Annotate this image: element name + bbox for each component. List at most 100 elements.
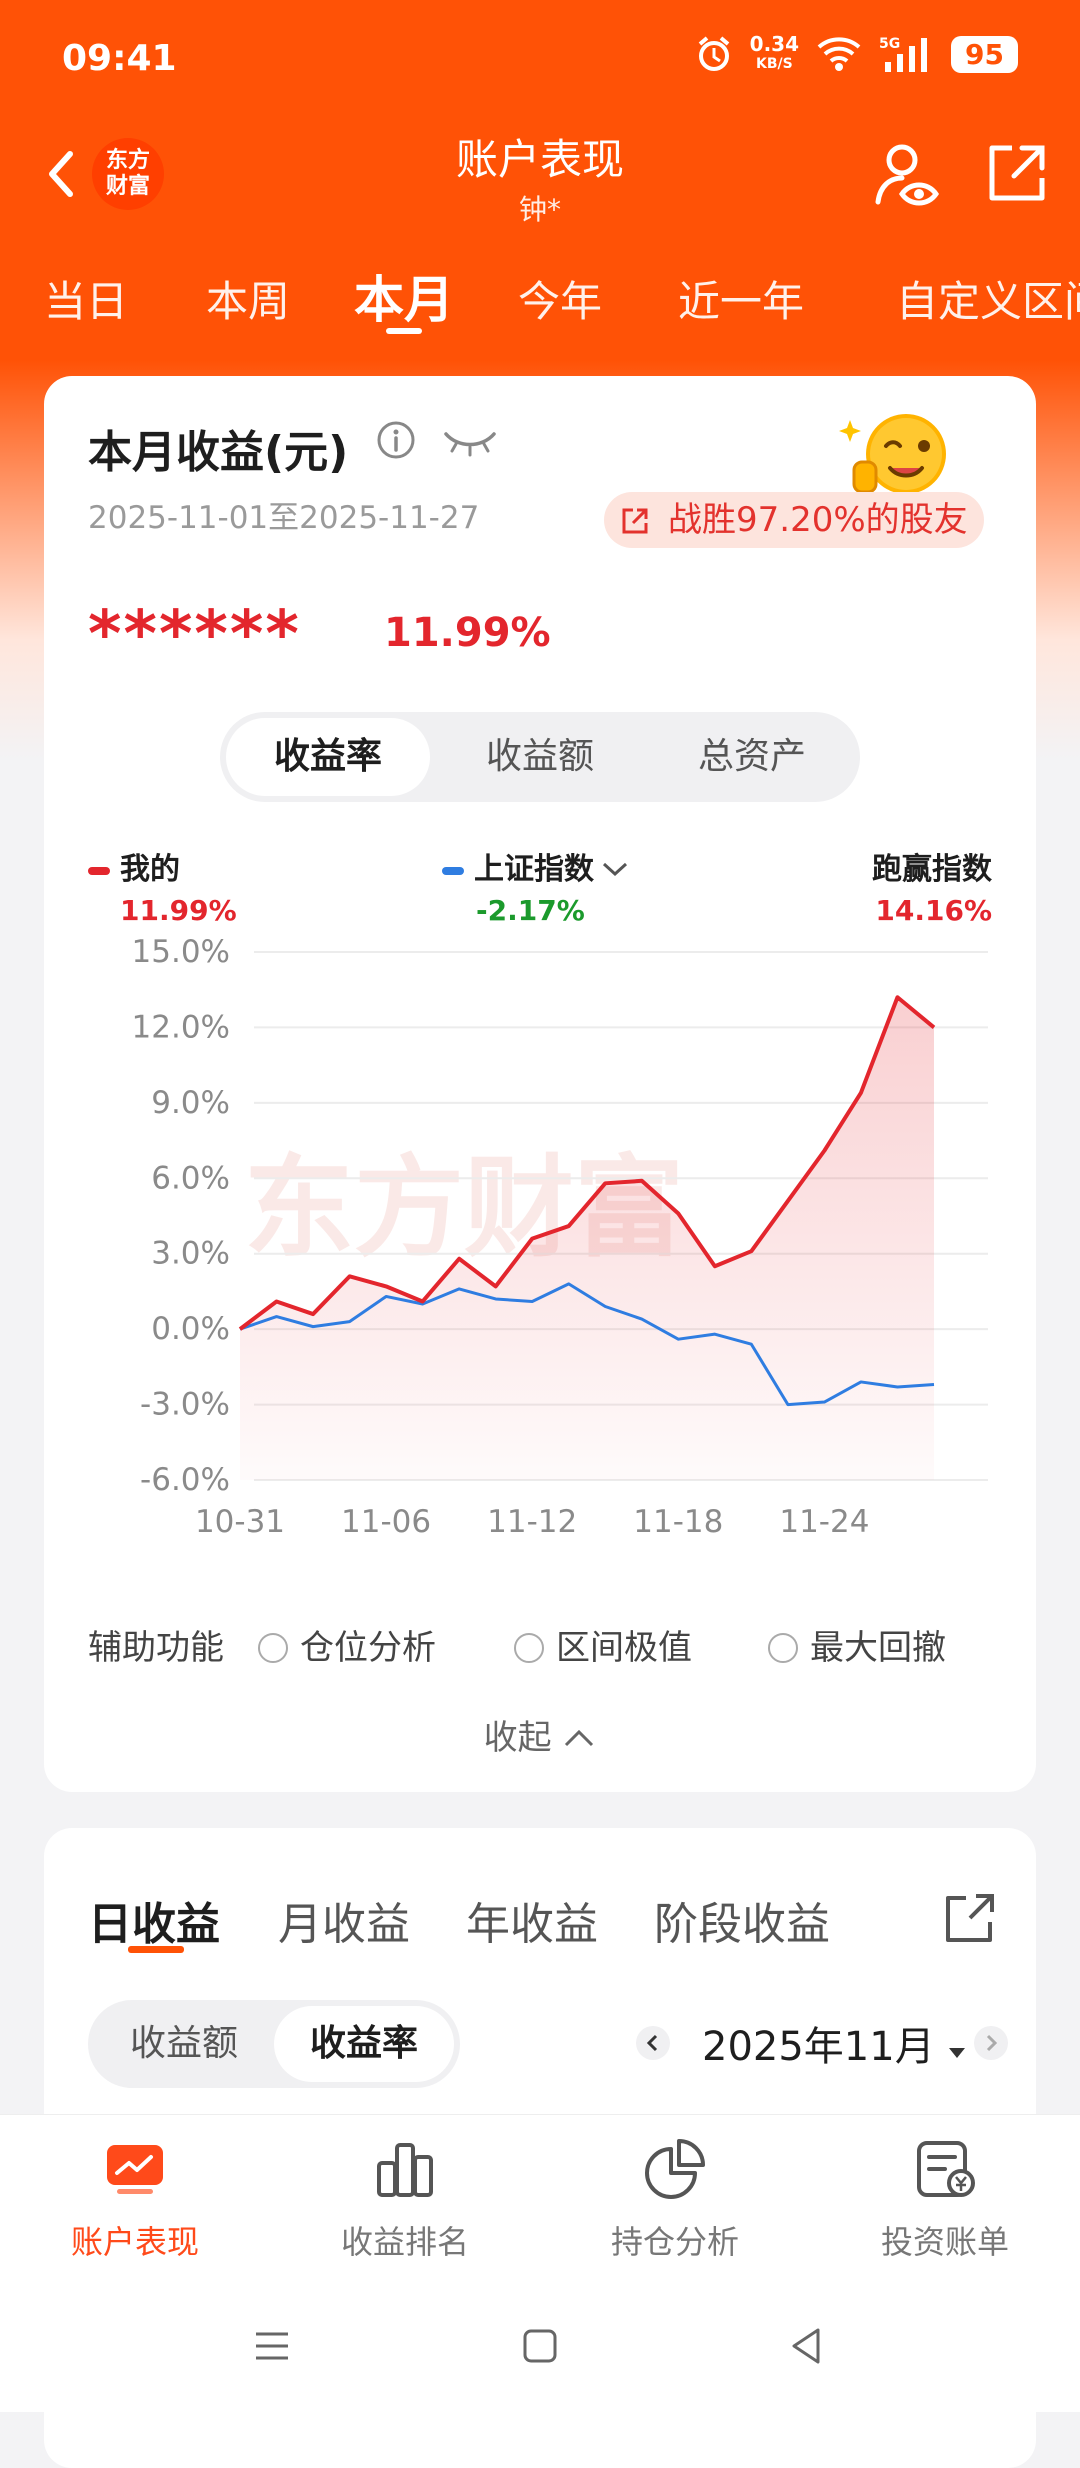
legend-outperform-value: 14.16% xyxy=(875,894,992,927)
toggle-rate[interactable]: 收益率 xyxy=(274,2006,454,2082)
menu-icon[interactable] xyxy=(252,2326,292,2366)
tab-daily-earnings[interactable]: 日收益 xyxy=(88,1888,220,1952)
tab-period-earnings[interactable]: 阶段收益 xyxy=(654,1888,830,1952)
legend-swatch-mine xyxy=(88,866,110,875)
radio-icon xyxy=(258,1633,288,1663)
tab-this-week[interactable]: 本周 xyxy=(206,268,290,329)
y-tick-label: 6.0% xyxy=(151,1160,230,1196)
nav-account-performance[interactable]: 账户表现 xyxy=(0,2137,270,2263)
cell-signal-icon: 5G xyxy=(879,36,928,72)
y-tick-label: 9.0% xyxy=(151,1085,230,1121)
earnings-toggle: 收益额 收益率 xyxy=(88,2000,460,2088)
radio-icon xyxy=(768,1633,798,1663)
nav-holdings-analysis[interactable]: 持仓分析 xyxy=(540,2137,810,2263)
collapse-button[interactable]: 收起 xyxy=(44,1710,1036,1759)
x-tick-label: 11-24 xyxy=(779,1504,869,1536)
net-speed: 0.34 KB/S xyxy=(749,32,800,72)
eye-closed-icon[interactable] xyxy=(442,424,498,460)
chart-trend-icon xyxy=(107,2145,163,2194)
info-icon[interactable] xyxy=(376,420,416,460)
y-tick-label: 0.0% xyxy=(151,1311,230,1347)
chevron-left-icon xyxy=(646,2034,658,2052)
bottom-nav: 账户表现 收益排名 持仓分析 投资账单 xyxy=(0,2114,1080,2291)
monthly-performance-card: 本月收益(元) 2025-11-01至2025-11-27 战胜97.20%的股… xyxy=(44,376,1036,1792)
nav-earnings-ranking[interactable]: 收益排名 xyxy=(270,2137,540,2263)
next-month-button[interactable] xyxy=(974,2026,1008,2060)
bar-ranking-icon xyxy=(377,2143,433,2197)
legend-index-value: -2.17% xyxy=(476,894,585,927)
y-tick-label: 3.0% xyxy=(151,1236,230,1272)
tab-custom-range[interactable]: 自定义区间 xyxy=(896,268,1080,329)
segment-return-rate[interactable]: 收益率 xyxy=(226,718,430,796)
y-tick-label: 15.0% xyxy=(132,936,230,970)
tab-monthly-earnings[interactable]: 月收益 xyxy=(278,1888,410,1952)
battery-indicator: 95 xyxy=(951,35,1018,73)
metric-segment-control: 收益率 收益额 总资产 xyxy=(220,712,860,802)
user-eye-icon[interactable] xyxy=(872,140,942,210)
x-tick-label: 11-12 xyxy=(487,1504,577,1536)
back-nav-icon[interactable] xyxy=(786,2326,826,2366)
period-tabs: 当日 本周 本月 今年 近一年 自定义区间 xyxy=(0,256,1080,336)
aux-label: 辅助功能 xyxy=(88,1628,224,1668)
wifi-icon xyxy=(817,37,861,71)
status-bar: 09:41 0.34 KB/S 5G 95 xyxy=(0,0,1080,120)
card-title: 本月收益(元) xyxy=(88,427,349,478)
chevron-up-icon xyxy=(565,1729,594,1747)
beat-peers-text: 战胜97.20%的股友 xyxy=(668,500,968,540)
bill-icon xyxy=(917,2141,975,2197)
winking-thumbs-up-emoji xyxy=(839,414,946,494)
legend-outperform: 跑赢指数 xyxy=(872,852,992,887)
system-navigation-bar xyxy=(0,2290,1080,2412)
legend-mine-value: 11.99% xyxy=(120,894,237,927)
return-percentage: 11.99% xyxy=(384,610,551,656)
nav-bar: 东方 财富 账户表现 钟* xyxy=(0,120,1080,250)
nav-label: 投资账单 xyxy=(880,2223,1009,2261)
date-range: 2025-11-01至2025-11-27 xyxy=(88,500,480,536)
x-tick-label: 11-18 xyxy=(633,1504,723,1536)
range-extremes-option[interactable]: 区间极值 xyxy=(514,1620,692,1669)
return-line-chart[interactable]: 东方财富15.0%12.0%9.0%6.0%3.0%0.0%-3.0%-6.0%… xyxy=(44,936,1036,1536)
masked-profit-amount: ****** xyxy=(88,598,301,672)
status-time: 09:41 xyxy=(62,38,177,79)
share-icon[interactable] xyxy=(982,138,1052,208)
legend-index-selector[interactable]: 上证指数 xyxy=(442,844,630,888)
tab-this-month[interactable]: 本月 xyxy=(354,260,454,332)
tab-today[interactable]: 当日 xyxy=(44,268,128,329)
svg-text:5G: 5G xyxy=(879,36,900,52)
legend-swatch-index xyxy=(442,866,464,875)
active-tab-indicator xyxy=(386,328,422,334)
segment-return-amount[interactable]: 收益额 xyxy=(438,718,642,796)
beat-peers-badge[interactable]: 战胜97.20%的股友 xyxy=(604,492,984,548)
legend-mine: 我的 xyxy=(88,844,180,888)
prev-month-button[interactable] xyxy=(636,2026,670,2060)
caret-down-icon xyxy=(949,2048,966,2058)
tab-this-year[interactable]: 今年 xyxy=(518,268,602,329)
y-tick-label: -3.0% xyxy=(140,1387,230,1423)
position-analysis-option[interactable]: 仓位分析 xyxy=(258,1620,436,1669)
chevron-right-icon xyxy=(986,2034,998,2052)
share-small-icon xyxy=(622,508,648,534)
export-icon[interactable] xyxy=(940,1888,1000,1948)
status-icons: 0.34 KB/S 5G 95 xyxy=(694,34,1018,74)
nav-label: 账户表现 xyxy=(70,2223,199,2261)
y-tick-label: -6.0% xyxy=(140,1462,230,1498)
toggle-amount[interactable]: 收益额 xyxy=(94,2006,274,2082)
earnings-tab-indicator xyxy=(128,1946,184,1953)
month-picker: 2025年11月 xyxy=(592,2008,1012,2078)
nav-label: 持仓分析 xyxy=(610,2223,739,2261)
chevron-down-icon xyxy=(602,862,628,877)
max-drawdown-option[interactable]: 最大回撤 xyxy=(768,1620,946,1669)
home-icon[interactable] xyxy=(520,2326,560,2366)
tab-last-year[interactable]: 近一年 xyxy=(678,268,804,329)
pie-chart-icon xyxy=(645,2139,705,2199)
radio-icon xyxy=(514,1633,544,1663)
x-tick-label: 10-31 xyxy=(195,1504,285,1536)
alarm-icon xyxy=(698,36,729,71)
tab-yearly-earnings[interactable]: 年收益 xyxy=(466,1888,598,1952)
x-tick-label: 11-06 xyxy=(341,1504,431,1536)
nav-investment-bill[interactable]: 投资账单 xyxy=(810,2137,1080,2263)
y-tick-label: 12.0% xyxy=(132,1009,230,1045)
aux-functions: 辅助功能 仓位分析 区间极值 最大回撤 xyxy=(88,1614,1008,1674)
segment-total-assets[interactable]: 总资产 xyxy=(650,718,854,796)
month-dropdown[interactable]: 2025年11月 xyxy=(702,2014,967,2072)
